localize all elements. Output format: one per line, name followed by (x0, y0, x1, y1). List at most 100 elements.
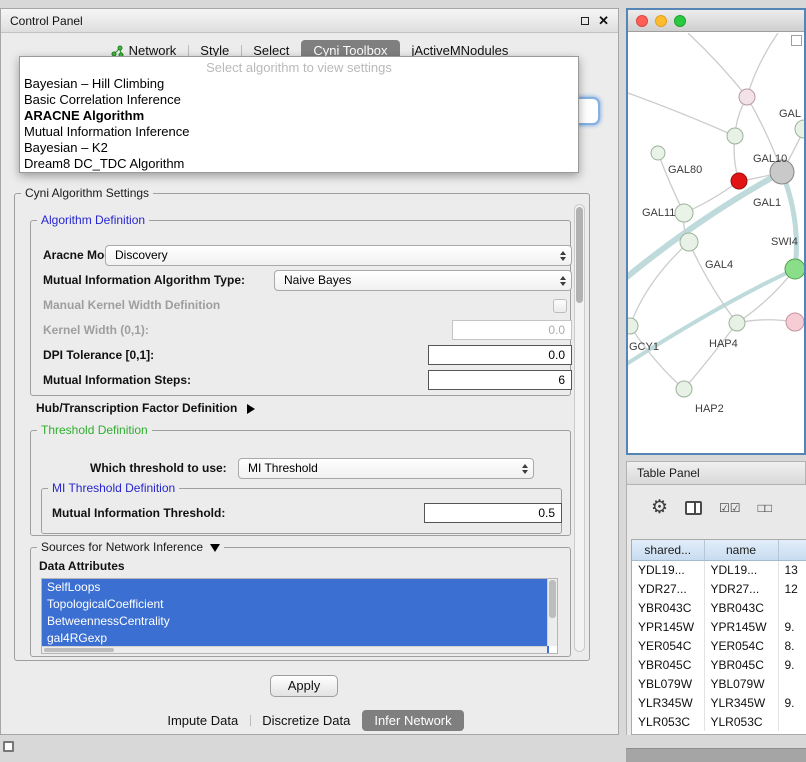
network-canvas[interactable]: GAL80GAL10GALGAL11GAL1SWI4GAL4GCY1HAP4HA… (628, 33, 804, 453)
network-node[interactable] (785, 259, 804, 279)
algorithm-option[interactable]: Bayesian – Hill Climbing (20, 76, 578, 92)
settings-gear-icon[interactable]: ⚙ (651, 498, 668, 517)
table-cell: 9. (778, 655, 806, 674)
table-cell (778, 674, 806, 693)
settings-scrollbar[interactable] (574, 204, 585, 652)
network-node[interactable] (727, 128, 743, 144)
tab-discretize-data[interactable]: Discretize Data (250, 710, 362, 731)
network-edge[interactable] (628, 93, 735, 136)
table-cell: YDR27... (632, 579, 704, 598)
node-label: GAL11 (642, 207, 675, 219)
sources-title: Sources for Network Inference (41, 540, 203, 554)
table-row[interactable]: YBR043CYBR043C (632, 598, 806, 617)
table-row[interactable]: YDL19...YDL19...13 (632, 560, 806, 579)
minimized-panel-icon[interactable] (3, 741, 14, 752)
dpi-tolerance-field[interactable]: 0.0 (428, 345, 572, 365)
list-horizontal-scrollbar[interactable] (42, 646, 547, 653)
table-row[interactable]: YDR27...YDR27...12 (632, 579, 806, 598)
table-cell: YER054C (632, 636, 704, 655)
network-edge[interactable] (658, 153, 684, 213)
network-node[interactable] (651, 146, 665, 160)
scrollbar-thumb[interactable] (549, 580, 556, 618)
close-traffic-light-icon[interactable] (636, 15, 648, 27)
tab-label: Infer Network (374, 713, 451, 728)
attribute-item[interactable]: BetweennessCentrality (42, 613, 549, 630)
algorithm-option[interactable]: Bayesian – K2 (20, 140, 578, 156)
table-toolbar: ⚙ ☑☑ □□ (651, 498, 772, 517)
network-edge[interactable] (747, 33, 778, 97)
close-icon[interactable]: ✕ (598, 15, 609, 27)
table-row[interactable]: YLR345WYLR345W9. (632, 693, 806, 712)
table-cell: YPR145W (632, 617, 704, 636)
list-vertical-scrollbar[interactable] (547, 579, 557, 646)
table-row[interactable]: YBR045CYBR045C9. (632, 655, 806, 674)
which-threshold-combo[interactable]: MI Threshold (238, 458, 534, 479)
scrollbar-thumb[interactable] (44, 648, 114, 652)
collapse-arrow-icon[interactable] (210, 544, 220, 552)
cyni-algorithm-settings-group: Cyni Algorithm Settings Algorithm Defini… (14, 193, 590, 661)
attribute-item[interactable]: gal4RGexp (42, 630, 549, 647)
network-node[interactable] (729, 315, 745, 331)
hub-definition-section[interactable]: Hub/Transcription Factor Definition (36, 401, 255, 415)
table-row[interactable]: YLR053CYLR053C (632, 712, 806, 731)
network-edge[interactable] (684, 323, 737, 389)
table-row[interactable]: YER054CYER054C8. (632, 636, 806, 655)
table-cell: 9. (778, 693, 806, 712)
mi-steps-label: Mutual Information Steps: (43, 370, 191, 391)
column-header-shared-name[interactable]: shared... (632, 540, 704, 560)
network-node[interactable] (628, 318, 638, 334)
table-cell: YER054C (704, 636, 778, 655)
minimize-traffic-light-icon[interactable] (655, 15, 667, 27)
node-label: GAL (779, 108, 801, 120)
mi-threshold-group: MI Threshold Definition Mutual Informati… (41, 488, 562, 534)
bottom-panel-strip (626, 748, 806, 762)
algorithm-option[interactable]: Basic Correlation Inference (20, 92, 578, 108)
expand-arrow-icon[interactable] (247, 404, 255, 414)
float-window-icon[interactable] (581, 17, 589, 25)
tab-infer-network[interactable]: Infer Network (362, 710, 463, 731)
mi-steps-field[interactable]: 6 (428, 370, 572, 390)
group-title: Sources for Network Inference (37, 540, 224, 555)
zoom-traffic-light-icon[interactable] (674, 15, 686, 27)
select-all-columns-icon[interactable]: ☑☑ (719, 501, 741, 515)
algorithm-option-selected[interactable]: ARACNE Algorithm (20, 108, 578, 124)
stepper-icon (522, 459, 528, 478)
column-header-name[interactable]: name (704, 540, 778, 560)
network-node[interactable] (675, 204, 693, 222)
mi-type-combo[interactable]: Naive Bayes (274, 270, 572, 291)
scrollbar-thumb[interactable] (576, 207, 583, 303)
network-node[interactable] (739, 89, 755, 105)
hub-definition-label: Hub/Transcription Factor Definition (36, 401, 237, 415)
network-node[interactable] (795, 120, 804, 138)
network-node[interactable] (786, 313, 804, 331)
aracne-mode-combo[interactable]: Discovery (105, 245, 572, 266)
network-edge[interactable] (684, 181, 739, 213)
deselect-columns-icon[interactable]: □□ (758, 501, 773, 515)
node-label: GCY1 (629, 341, 659, 353)
group-title: Threshold Definition (37, 423, 152, 438)
network-edge[interactable] (737, 269, 795, 323)
control-panel-titlebar: Control Panel ✕ (1, 9, 618, 33)
mi-threshold-field[interactable]: 0.5 (424, 503, 562, 523)
group-title: MI Threshold Definition (48, 481, 179, 496)
attribute-item[interactable]: SelfLoops (42, 579, 549, 596)
table-row[interactable]: YBL079WYBL079W (632, 674, 806, 693)
table-cell: 8. (778, 636, 806, 655)
table-cell: 9. (778, 617, 806, 636)
table-cell: YBL079W (632, 674, 704, 693)
attribute-item[interactable]: TopologicalCoefficient (42, 596, 549, 613)
network-node[interactable] (731, 173, 747, 189)
tab-impute-data[interactable]: Impute Data (155, 710, 250, 731)
network-edge[interactable] (688, 33, 747, 97)
algorithm-option[interactable]: Mutual Information Inference (20, 124, 578, 140)
table-row[interactable]: YPR145WYPR145W9. (632, 617, 806, 636)
network-node[interactable] (676, 381, 692, 397)
apply-button[interactable]: Apply (270, 675, 338, 697)
network-node[interactable] (680, 233, 698, 251)
show-columns-icon[interactable] (685, 501, 702, 515)
table-cell: YBR043C (632, 598, 704, 617)
network-tab-icon (111, 45, 124, 57)
algorithm-option[interactable]: Dream8 DC_TDC Algorithm (20, 156, 578, 172)
network-edge[interactable] (782, 172, 796, 269)
column-header-extra[interactable] (778, 540, 806, 560)
